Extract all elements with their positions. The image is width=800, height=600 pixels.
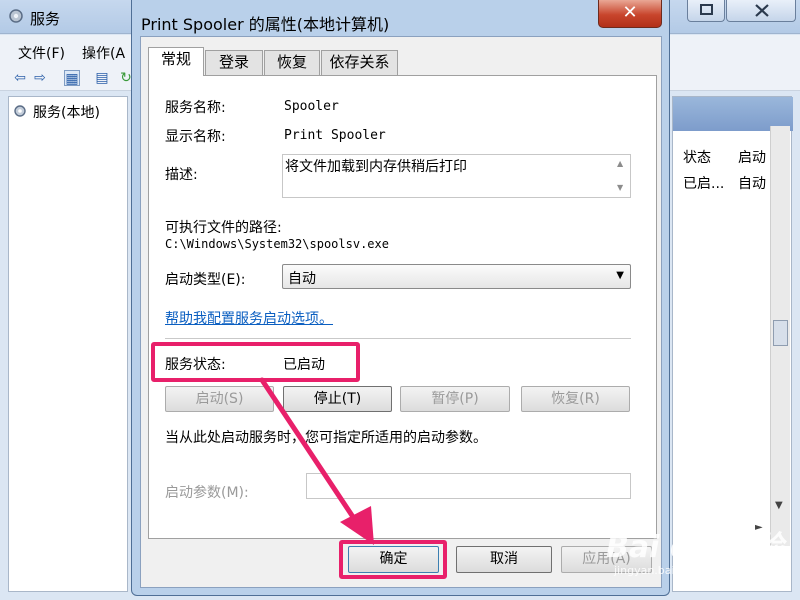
scroll-down-icon[interactable]: ▼ bbox=[617, 183, 623, 192]
maximize-button[interactable] bbox=[687, 0, 725, 22]
close-button[interactable] bbox=[726, 0, 796, 22]
watermark-url: jingyan.baidu.com bbox=[614, 564, 716, 577]
description-text: 将文件加载到内存供稍后打印 bbox=[285, 159, 467, 175]
menu-action[interactable]: 操作(A bbox=[82, 43, 125, 63]
service-name-value: Spooler bbox=[284, 99, 339, 114]
column-header-status[interactable]: 状态 bbox=[683, 147, 711, 167]
baidu-jingyan-watermark: Bai du 经验 jingyan.baidu.com bbox=[606, 522, 796, 582]
dialog-body: 常规 登录 恢复 依存关系 服务名称: Spooler 显示名称: Print … bbox=[140, 36, 662, 588]
menu-file[interactable]: 文件(F) bbox=[18, 43, 65, 63]
stop-button[interactable]: 停止(T) bbox=[283, 386, 392, 412]
ok-button[interactable]: 确定 bbox=[348, 546, 439, 573]
description-scrollbar[interactable]: ▲ ▼ bbox=[613, 155, 630, 197]
services-title: 服务 bbox=[30, 10, 61, 28]
scroll-down-icon[interactable]: ▼ bbox=[775, 500, 783, 511]
description-field[interactable]: 将文件加载到内存供稍后打印 ▲ ▼ bbox=[282, 154, 631, 198]
tab-logon[interactable]: 登录 bbox=[205, 50, 263, 75]
gear-icon bbox=[14, 105, 26, 117]
tree-item-services-local[interactable]: 服务(本地) bbox=[13, 102, 100, 122]
resume-button[interactable]: 恢复(R) bbox=[521, 386, 630, 412]
maximize-icon bbox=[700, 4, 713, 15]
start-params-label: 启动参数(M): bbox=[165, 485, 249, 501]
startup-type-value: 自动 bbox=[288, 271, 316, 287]
pause-button[interactable]: 暂停(P) bbox=[400, 386, 510, 412]
start-button[interactable]: 启动(S) bbox=[165, 386, 274, 412]
scrollbar-thumb[interactable] bbox=[773, 320, 788, 346]
start-params-input[interactable] bbox=[306, 473, 631, 499]
chevron-down-icon: ▼ bbox=[616, 270, 624, 281]
properties-icon[interactable]: ▤ bbox=[94, 70, 110, 86]
startup-type-label: 启动类型(E): bbox=[165, 272, 246, 288]
close-icon: ✕ bbox=[622, 2, 638, 23]
display-name-label: 显示名称: bbox=[165, 129, 226, 145]
tree-item-label: 服务(本地) bbox=[33, 105, 100, 121]
watermark-brand: Bai du 经验 bbox=[606, 530, 784, 565]
forward-arrow-icon[interactable]: ⇨ bbox=[32, 70, 48, 86]
vertical-scrollbar[interactable]: ▼ bbox=[770, 126, 790, 546]
dialog-title: Print Spooler 的属性(本地计算机) bbox=[141, 15, 390, 34]
column-header-startup[interactable]: 启动 bbox=[738, 147, 766, 167]
general-tab-panel: 服务名称: Spooler 显示名称: Print Spooler 描述: 将文… bbox=[148, 75, 657, 539]
dialog-close-button[interactable]: ✕ bbox=[598, 0, 662, 28]
help-link[interactable]: 帮助我配置服务启动选项。 bbox=[165, 308, 333, 328]
cancel-button[interactable]: 取消 bbox=[456, 546, 552, 573]
close-icon bbox=[755, 4, 769, 17]
path-value: C:\Windows\System32\spoolsv.exe bbox=[165, 237, 389, 251]
description-label: 描述: bbox=[165, 167, 198, 183]
console-tree-icon[interactable]: ▦ bbox=[64, 70, 80, 87]
cell-status: 已启... bbox=[683, 176, 725, 192]
tree-pane: 服务(本地) bbox=[8, 96, 128, 592]
tab-dependencies[interactable]: 依存关系 bbox=[321, 50, 398, 75]
tab-recovery[interactable]: 恢复 bbox=[264, 50, 320, 75]
separator bbox=[165, 338, 631, 339]
scroll-up-icon[interactable]: ▲ bbox=[617, 159, 623, 168]
start-params-hint: 当从此处启动服务时，您可指定所适用的启动参数。 bbox=[165, 430, 487, 446]
cell-startup: 自动 bbox=[738, 176, 766, 192]
tab-general[interactable]: 常规 bbox=[148, 47, 204, 76]
gear-icon bbox=[9, 9, 23, 23]
service-status-value: 已启动 bbox=[283, 357, 325, 373]
service-name-label: 服务名称: bbox=[165, 100, 226, 116]
properties-dialog: Print Spooler 的属性(本地计算机) ✕ 常规 登录 恢复 依存关系… bbox=[131, 0, 670, 596]
path-label: 可执行文件的路径: bbox=[165, 220, 282, 236]
startup-type-select[interactable]: 自动 ▼ bbox=[282, 264, 631, 289]
service-status-label: 服务状态: bbox=[165, 357, 226, 373]
back-arrow-icon[interactable]: ⇦ bbox=[12, 70, 28, 86]
display-name-value: Print Spooler bbox=[284, 128, 386, 143]
